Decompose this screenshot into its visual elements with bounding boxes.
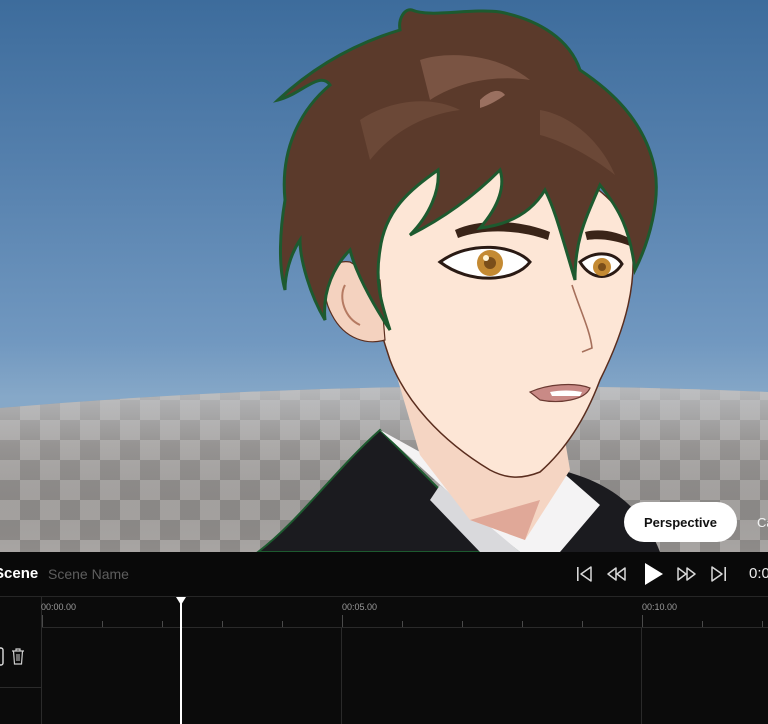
playhead[interactable] xyxy=(180,597,182,724)
scene-name-input[interactable] xyxy=(48,563,228,585)
playhead-handle[interactable] xyxy=(176,597,186,605)
transport-bar: Scene 0:0 xyxy=(0,552,768,597)
track-header xyxy=(0,597,42,724)
time-ruler[interactable]: 00:00.00 00:05.00 00:10.00 xyxy=(41,597,768,628)
time-readout: 0:0 xyxy=(749,565,768,582)
track-color-handle[interactable] xyxy=(0,647,6,667)
play-icon[interactable] xyxy=(640,561,666,587)
ruler-ticks xyxy=(42,615,763,627)
rewind-icon[interactable] xyxy=(605,563,627,585)
camera-view-button[interactable]: Ca xyxy=(737,502,768,542)
fast-forward-icon[interactable] xyxy=(676,563,698,585)
timeline-gridline xyxy=(641,627,642,724)
timeline-gridline xyxy=(341,627,342,724)
trash-icon[interactable] xyxy=(11,647,25,666)
avatar-scene xyxy=(0,8,768,552)
view-mode-toggle: Perspective Ca xyxy=(624,502,768,542)
skip-to-end-icon[interactable] xyxy=(708,563,730,585)
track-separator xyxy=(0,687,41,688)
timeline-panel[interactable]: 00:00.00 00:05.00 00:10.00 xyxy=(0,597,768,724)
skip-to-start-icon[interactable] xyxy=(573,563,595,585)
perspective-view-button[interactable]: Perspective xyxy=(624,502,737,542)
3d-viewport[interactable]: Perspective Ca xyxy=(0,0,768,552)
scene-label: Scene xyxy=(0,565,39,582)
